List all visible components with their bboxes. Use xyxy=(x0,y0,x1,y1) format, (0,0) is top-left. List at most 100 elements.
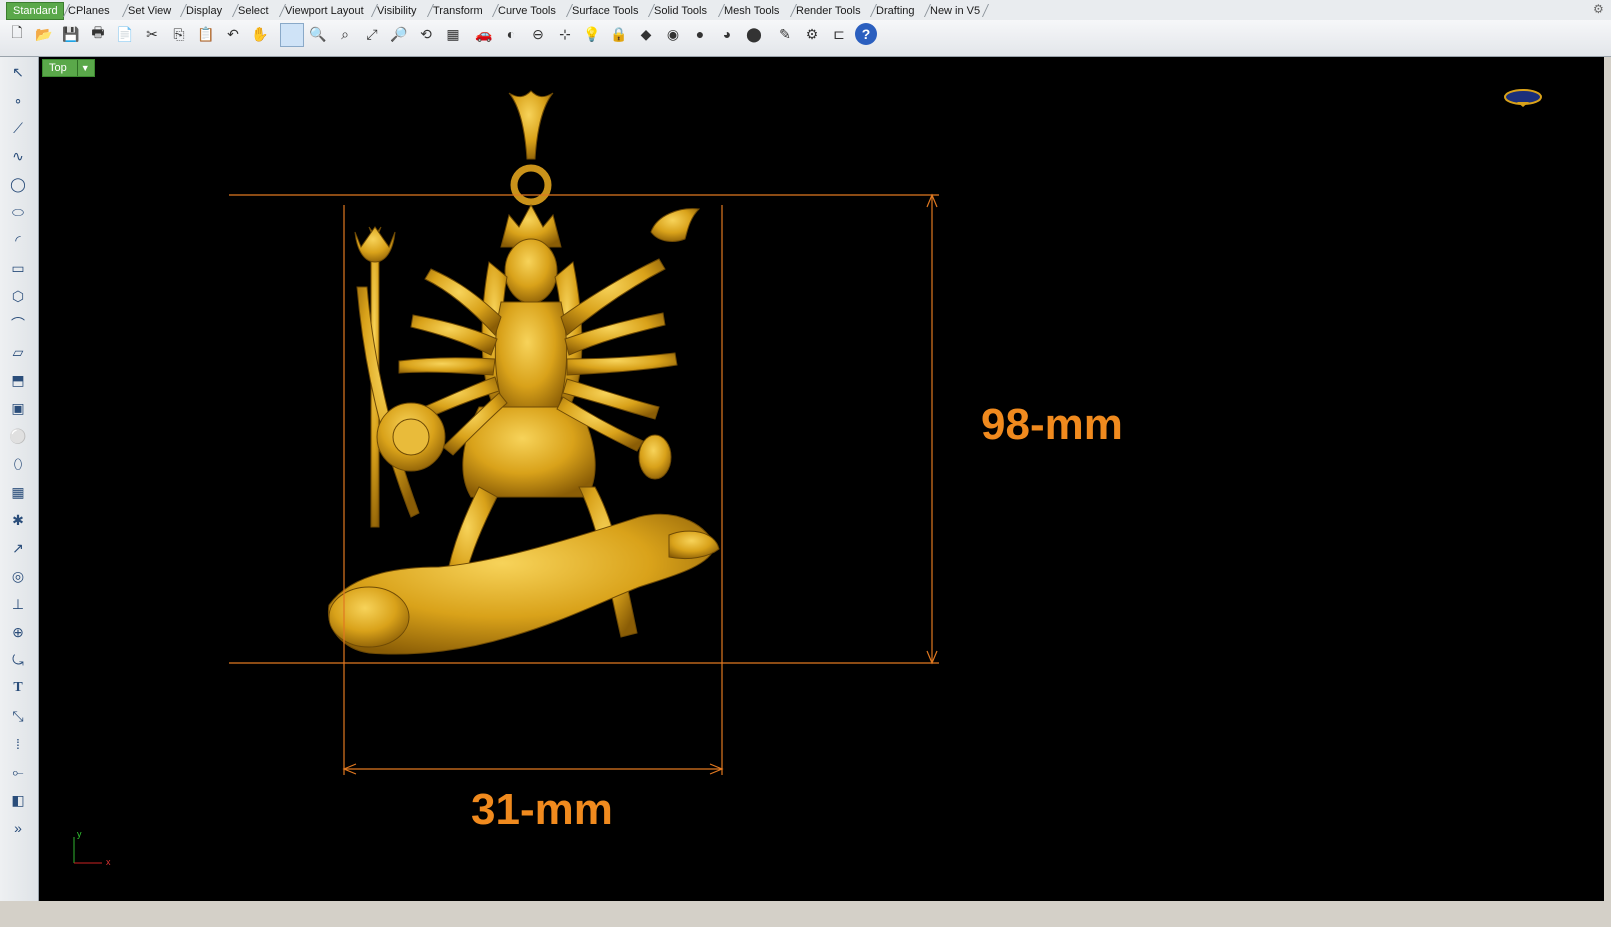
pan-icon[interactable]: ✋ xyxy=(249,23,271,45)
sphere-icon[interactable]: ⚪ xyxy=(7,425,29,447)
pendant-bail xyxy=(508,90,554,160)
tab-set-view[interactable]: Set View xyxy=(122,3,188,19)
rebuild-icon[interactable]: ⤿ xyxy=(7,649,29,671)
render-preview-icon[interactable]: ● xyxy=(689,23,711,45)
render-icon[interactable]: ◧ xyxy=(7,789,29,811)
tab-render-tools[interactable]: Render Tools xyxy=(790,3,878,19)
select-window-icon[interactable] xyxy=(280,23,304,47)
open-icon[interactable]: 📂 xyxy=(33,23,55,45)
sphere-icon[interactable]: ◕ xyxy=(716,23,738,45)
width-dimension-label: 31-mm xyxy=(471,785,613,834)
scale-icon[interactable]: ⤡ xyxy=(7,705,29,727)
new-icon[interactable]: 🗋 xyxy=(6,23,28,45)
model-canvas xyxy=(73,89,1542,864)
copy-icon[interactable]: ⎘ xyxy=(168,23,190,45)
shade-icon[interactable]: ◐ xyxy=(500,23,522,45)
mesh-icon[interactable]: ▦ xyxy=(7,481,29,503)
tab-standard[interactable]: Standard xyxy=(6,2,71,20)
select-arrow-icon[interactable]: ↖ xyxy=(7,61,29,83)
car-icon[interactable]: 🚗 xyxy=(473,23,495,45)
boolean-icon[interactable]: ◎ xyxy=(7,565,29,587)
object-snap-icon[interactable]: ⊹ xyxy=(554,23,576,45)
import-icon[interactable]: 📄 xyxy=(114,23,136,45)
reclining-head xyxy=(328,586,410,648)
fillet-icon[interactable]: ⌒ xyxy=(7,313,29,335)
tab-cplanes[interactable]: CPlanes xyxy=(62,3,130,19)
tab-new-in-v5[interactable]: New in V5 xyxy=(924,3,990,19)
dimension-icon[interactable]: ⊏ xyxy=(828,23,850,45)
top-viewport[interactable]: Top ▼ 31-mm 98-mm x y xyxy=(39,57,1604,901)
analyze-icon[interactable]: ⟜ xyxy=(7,761,29,783)
tab-visibility[interactable]: Visibility xyxy=(371,3,435,19)
tab-display[interactable]: Display xyxy=(180,3,240,19)
tab-select[interactable]: Select xyxy=(232,3,287,19)
tab-surface-tools[interactable]: Surface Tools xyxy=(566,3,656,19)
array-icon[interactable]: ⁞ xyxy=(7,733,29,755)
tab-drafting[interactable]: Drafting xyxy=(870,3,932,19)
tab-separator xyxy=(981,4,990,17)
zoom-extents-icon[interactable]: ⤢ xyxy=(361,23,383,45)
help-icon[interactable]: ? xyxy=(855,23,877,45)
arc-icon[interactable]: ◜ xyxy=(7,229,29,251)
options-icon[interactable]: ✎ xyxy=(774,23,796,45)
standard-toolbar: 🗋 📂 💾 🖶 📄 ✂ ⎘ 📋 ↶ ✋ 🔍 ⌕ ⤢ 🔎 ⟲ ▦ 🚗 ◐ ⊖ ⊹ 💡 🔒 ◆ ◉ ● ◕ ⬤ ✎ ⚙ ⊏? xyxy=(0,20,1611,57)
split-icon[interactable]: ⊥ xyxy=(7,593,29,615)
gear-icon[interactable]: ⚙ xyxy=(801,23,823,45)
left-tool-palette: ↖ ∘ ⟋ ∿ ◯ ⬭ ◜ ▭ ⬡ ⌒ ▱ ⬒ ▣ ⚪ ⬯ ▦ ✱ ↗ ◎ ⊥ ⊕ ⤿ T ⤡ ⁞ ⟜ ◧ » xyxy=(0,57,39,927)
height-dimension-label: 98-mm xyxy=(981,400,1123,449)
toolbar-settings-icon[interactable]: ⚙ xyxy=(1593,3,1605,15)
zoom-window-icon[interactable]: ⌕ xyxy=(334,23,356,45)
axis-y-label: y xyxy=(77,829,82,839)
flame-bowl xyxy=(650,208,701,242)
cylinder-icon[interactable]: ⬯ xyxy=(7,453,29,475)
arm-right-3 xyxy=(566,352,678,376)
material-icon[interactable]: ⬤ xyxy=(743,23,765,45)
four-viewports-icon[interactable]: ▦ xyxy=(442,23,464,45)
point-icon[interactable]: ∘ xyxy=(7,89,29,111)
print-icon[interactable]: 🖶 xyxy=(87,23,109,45)
tab-curve-tools[interactable]: Curve Tools xyxy=(492,3,574,19)
arm-left-3 xyxy=(398,357,496,376)
head xyxy=(504,238,558,304)
cut-icon[interactable]: ✂ xyxy=(141,23,163,45)
rotate-view-icon[interactable]: ⟲ xyxy=(415,23,437,45)
polyline-icon[interactable]: ⟋ xyxy=(7,117,29,139)
tab-solid-tools[interactable]: Solid Tools xyxy=(648,3,726,19)
extrude-icon[interactable]: ⬒ xyxy=(7,369,29,391)
ellipse-icon[interactable]: ⬭ xyxy=(7,201,29,223)
color-icon[interactable]: ◉ xyxy=(662,23,684,45)
sword xyxy=(356,286,420,518)
circle-icon[interactable]: ◯ xyxy=(7,173,29,195)
tab-transform[interactable]: Transform xyxy=(427,3,500,19)
status-bar xyxy=(0,901,1611,927)
transform-icon[interactable]: ↗ xyxy=(7,537,29,559)
tab-mesh-tools[interactable]: Mesh Tools xyxy=(718,3,798,19)
paste-icon[interactable]: 📋 xyxy=(195,23,217,45)
toolbar-tab-bar: Standard CPlanes Set View Display Select View… xyxy=(0,0,1611,21)
zoom-selected-icon[interactable]: 🔎 xyxy=(388,23,410,45)
text-icon[interactable]: T xyxy=(7,677,29,699)
solid-tools-icon[interactable]: ✱ xyxy=(7,509,29,531)
zoom-icon[interactable]: 🔍 xyxy=(307,23,329,45)
lock-icon[interactable]: 🔒 xyxy=(608,23,630,45)
join-icon[interactable]: ⊕ xyxy=(7,621,29,643)
rectangle-icon[interactable]: ▭ xyxy=(7,257,29,279)
render-logo-icon xyxy=(1504,89,1542,107)
pendant-ring xyxy=(510,164,552,206)
light-icon[interactable]: 💡 xyxy=(581,23,603,45)
torso xyxy=(494,301,568,418)
axis-x-label: x xyxy=(106,857,111,867)
undo-icon[interactable]: ↶ xyxy=(222,23,244,45)
cplane-icon[interactable]: ⊖ xyxy=(527,23,549,45)
box-icon[interactable]: ▣ xyxy=(7,397,29,419)
tab-viewport-layout[interactable]: Viewport Layout xyxy=(279,3,379,19)
surface-icon[interactable]: ▱ xyxy=(7,341,29,363)
severed-head xyxy=(638,434,672,480)
polygon-icon[interactable]: ⬡ xyxy=(7,285,29,307)
more-icon[interactable]: » xyxy=(7,817,29,839)
layer-icon[interactable]: ◆ xyxy=(635,23,657,45)
curve-icon[interactable]: ∿ xyxy=(7,145,29,167)
trident-tines xyxy=(354,226,396,263)
save-icon[interactable]: 💾 xyxy=(60,23,82,45)
pendant-model xyxy=(327,90,720,655)
